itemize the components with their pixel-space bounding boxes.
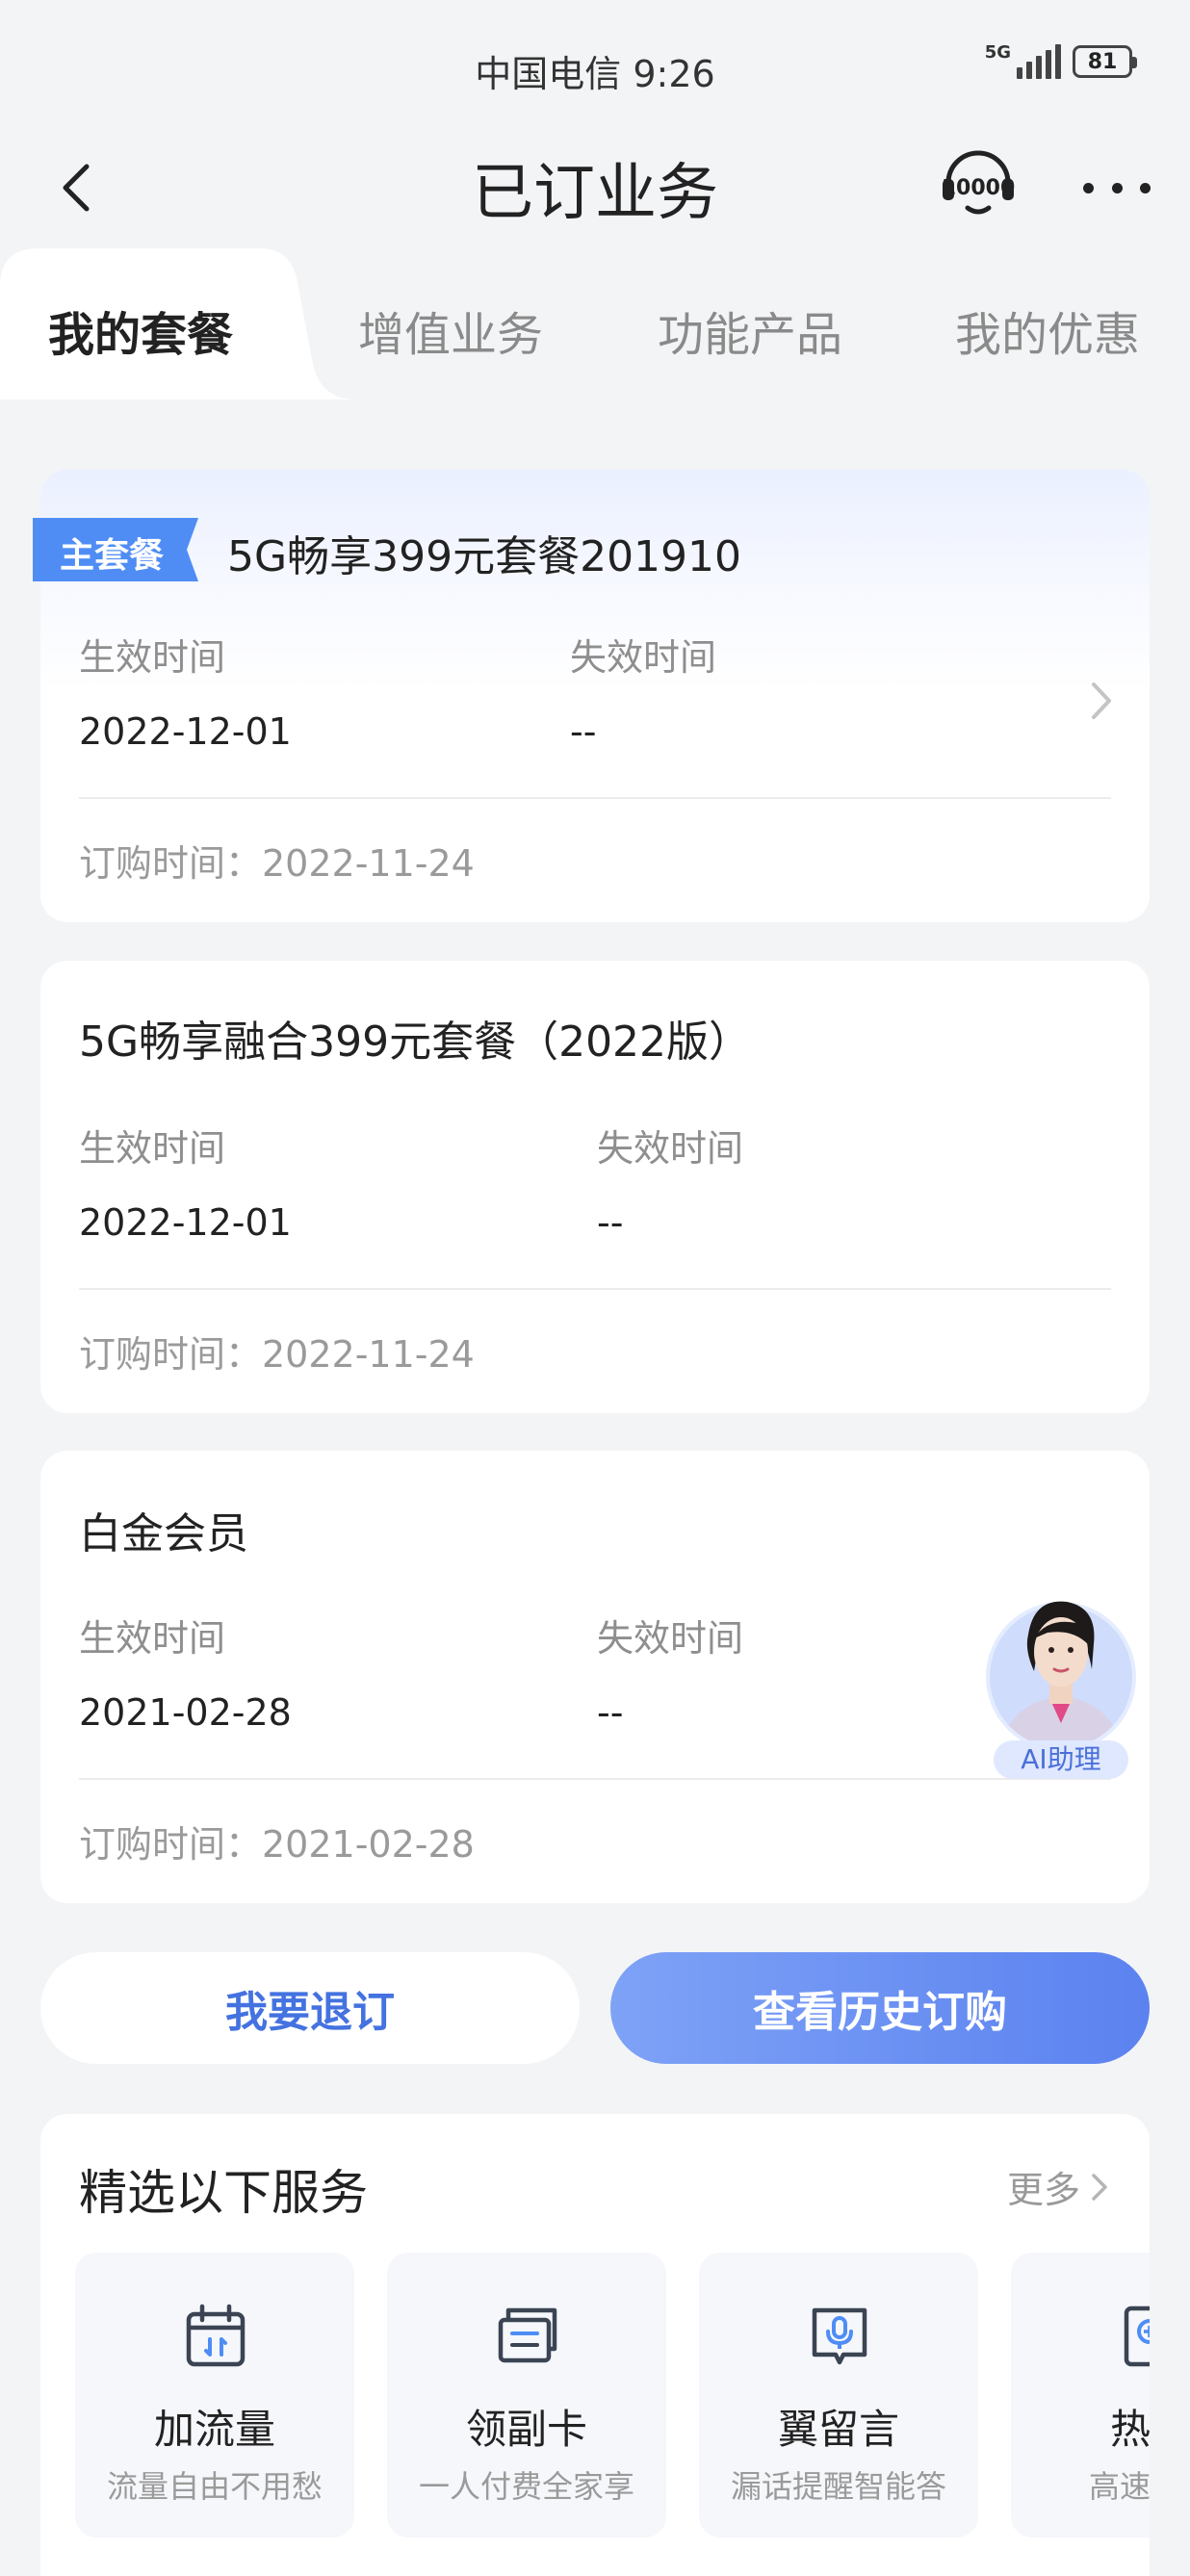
nav-bar: 已订业务 10000 [0, 130, 1190, 245]
tab-my-offers[interactable]: 我的优惠 [955, 296, 1140, 364]
service-name: 加流量 [153, 2406, 275, 2453]
ai-assistant-label: AI助理 [994, 1740, 1128, 1779]
order-time: 订购时间：2022-11-24 [79, 1333, 475, 1376]
status-bar: 中国电信 9:26 5G 81 [0, 0, 1190, 130]
tab-bar: 我的套餐 增值业务 功能产品 我的优惠 [0, 248, 1190, 402]
order-time: 订购时间：2022-11-24 [79, 842, 475, 885]
battery-icon: 81 [1073, 45, 1137, 78]
service-item-add-data[interactable]: 加流量 流量自由不用愁 [75, 2253, 354, 2537]
expire-label: 失效时间 [597, 1617, 744, 1660]
tab-my-plan[interactable]: 我的套餐 [48, 296, 233, 364]
unsubscribe-button[interactable]: 我要退订 [40, 1952, 580, 2064]
expire-label: 失效时间 [597, 1127, 744, 1170]
services-more-link[interactable]: 更多 [1007, 2160, 1111, 2213]
service-item-hot-products[interactable]: 热销 高速稳定 [1011, 2253, 1150, 2537]
order-time: 订购时间：2021-02-28 [79, 1823, 475, 1866]
ai-assistant-avatar [986, 1601, 1136, 1752]
effective-value: 2021-02-28 [79, 1691, 292, 1734]
view-history-button[interactable]: 查看历史订购 [610, 1952, 1150, 2064]
plan-card[interactable]: 5G畅享融合399元套餐（2022版） 生效时间 失效时间 2022-12-01… [40, 961, 1150, 1413]
selected-services-card: 精选以下服务 更多 加流量 流量自由不用愁 领副卡 一人付费全家享 翼留言 漏话… [40, 2114, 1150, 2576]
chevron-right-icon [1092, 683, 1111, 719]
calendar-data-icon [186, 2304, 246, 2367]
service-name: 翼留言 [777, 2406, 899, 2453]
effective-value: 2022-12-01 [79, 1201, 292, 1244]
expire-label: 失效时间 [570, 636, 717, 679]
effective-label: 生效时间 [79, 636, 226, 679]
ai-assistant-button[interactable]: AI助理 [980, 1588, 1142, 1789]
divider [79, 1778, 1111, 1780]
hot-product-icon [1124, 2306, 1150, 2367]
main-plan-tag-label: 主套餐 [60, 536, 165, 576]
voice-message-icon [812, 2307, 867, 2365]
service-desc: 漏话提醒智能答 [730, 2468, 946, 2505]
service-item-sub-card[interactable]: 领副卡 一人付费全家享 [387, 2253, 666, 2537]
services-more-label: 更多 [1006, 2169, 1080, 2211]
expire-value: -- [597, 1691, 624, 1734]
svg-text:10000: 10000 [942, 176, 1016, 200]
expire-value: -- [597, 1201, 624, 1244]
divider [79, 1288, 1111, 1290]
divider [79, 797, 1111, 799]
customer-service-10000-icon[interactable]: 10000 [939, 144, 1018, 223]
plan-name: 5G畅享融合399元套餐（2022版） [79, 1018, 752, 1067]
service-name: 热销 [1109, 2406, 1150, 2453]
plan-name: 白金会员 [79, 1509, 248, 1558]
plan-card-main[interactable]: 主套餐 5G畅享399元套餐201910 生效时间 失效时间 2022-12-0… [33, 470, 1150, 922]
more-icon[interactable] [1083, 168, 1151, 207]
expire-value: -- [570, 710, 597, 753]
effective-label: 生效时间 [79, 1127, 226, 1170]
tab-function-products[interactable]: 功能产品 [658, 296, 842, 364]
effective-label: 生效时间 [79, 1617, 226, 1660]
service-desc: 流量自由不用愁 [106, 2468, 323, 2505]
effective-value: 2022-12-01 [79, 710, 292, 753]
service-name: 领副卡 [465, 2406, 587, 2453]
service-desc: 高速稳定 [1088, 2468, 1150, 2505]
plan-name: 5G畅享399元套餐201910 [227, 532, 742, 581]
status-icons: 5G 81 [984, 42, 1137, 79]
service-item-voice-message[interactable]: 翼留言 漏话提醒智能答 [699, 2253, 978, 2537]
sim-card-icon [498, 2307, 557, 2363]
services-title: 精选以下服务 [79, 2165, 368, 2221]
chevron-right-icon [1092, 2173, 1107, 2201]
tab-value-added[interactable]: 增值业务 [358, 296, 543, 364]
network-type: 5G [984, 42, 1011, 63]
signal-icon [1017, 44, 1061, 79]
service-desc: 一人付费全家享 [418, 2468, 634, 2505]
main-plan-tag: 主套餐 [33, 510, 206, 581]
